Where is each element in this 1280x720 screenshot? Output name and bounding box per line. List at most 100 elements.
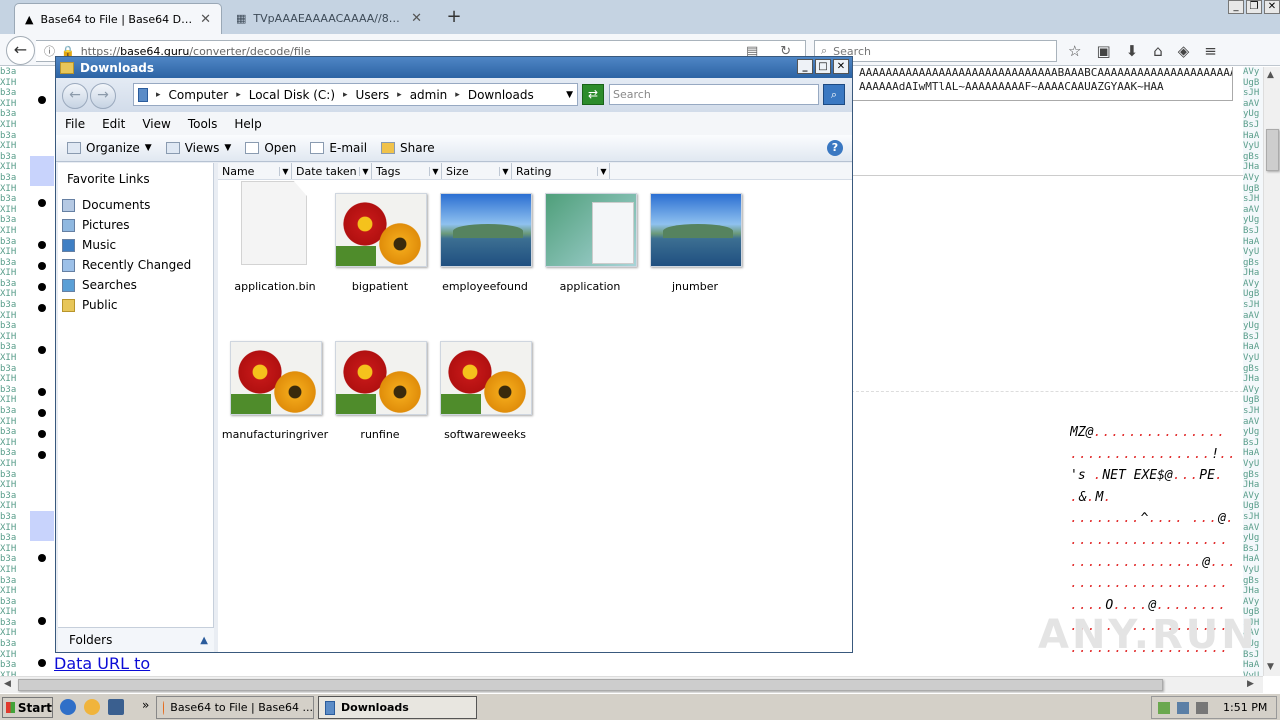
- chevron-down-icon[interactable]: ▼: [279, 166, 291, 176]
- tab-data-url[interactable]: ▦ TVpAAAEAAAACAAAA//8AAL... ✕: [226, 3, 432, 34]
- file-item[interactable]: runfine: [328, 329, 432, 449]
- fav-documents[interactable]: Documents: [58, 195, 213, 215]
- restore-icon[interactable]: ❐: [1246, 0, 1262, 14]
- list-bullet: [38, 346, 46, 354]
- vertical-scrollbar[interactable]: ▲ ▼: [1263, 67, 1280, 676]
- file-item[interactable]: bigpatient: [328, 181, 432, 301]
- share-button[interactable]: Share: [381, 141, 435, 155]
- scroll-up-icon[interactable]: ▲: [1267, 70, 1274, 80]
- chevron-down-icon[interactable]: ▼: [597, 166, 609, 176]
- chevron-down-icon[interactable]: ▼: [566, 90, 577, 100]
- breadcrumb-item[interactable]: Users: [356, 88, 390, 102]
- explorer-search-input[interactable]: Search: [609, 84, 819, 105]
- tab-base64-to-file[interactable]: ▲ Base64 to File | Base64 Deco... ✕: [14, 3, 222, 34]
- menu-edit[interactable]: Edit: [102, 117, 125, 131]
- forward-button[interactable]: →: [90, 83, 116, 109]
- taskbar-downloads[interactable]: Downloads: [318, 696, 477, 719]
- horizontal-scrollbar[interactable]: ◀ ▶: [0, 676, 1263, 693]
- close-tab-icon[interactable]: ✕: [200, 12, 211, 27]
- taskbar-firefox[interactable]: Base64 to File | Base64 ...: [156, 696, 314, 719]
- minimize-icon[interactable]: _: [797, 59, 813, 74]
- breadcrumb-item[interactable]: admin: [410, 88, 448, 102]
- chevron-down-icon[interactable]: ▼: [499, 166, 511, 176]
- fav-searches[interactable]: Searches: [58, 275, 213, 295]
- window-title: Downloads: [80, 60, 155, 75]
- ie-icon[interactable]: [60, 699, 76, 715]
- menu-tools[interactable]: Tools: [188, 117, 218, 131]
- minimize-icon[interactable]: _: [1228, 0, 1244, 14]
- scroll-right-icon[interactable]: ▶: [1247, 679, 1254, 689]
- downloads-icon[interactable]: ⬇: [1126, 42, 1139, 60]
- scroll-left-icon[interactable]: ◀: [4, 679, 11, 689]
- security-icon[interactable]: [1158, 701, 1170, 714]
- list-bullet: [38, 617, 46, 625]
- menu-icon[interactable]: ≡: [1204, 42, 1217, 60]
- hex-line: ..................: [1070, 576, 1229, 592]
- email-button[interactable]: E-mail: [310, 141, 367, 155]
- column-tags[interactable]: Tags ▼: [372, 163, 442, 179]
- column-date-taken[interactable]: Date taken ▼: [292, 163, 372, 179]
- file-item[interactable]: manufacturingriver: [222, 329, 328, 449]
- start-button[interactable]: Start: [2, 697, 53, 718]
- file-item[interactable]: jnumber: [643, 181, 747, 301]
- bookmark-star-icon[interactable]: ☆: [1068, 42, 1081, 60]
- scroll-down-icon[interactable]: ▼: [1267, 662, 1274, 672]
- hex-line: 's .NET EXE$@...PE.: [1070, 468, 1224, 484]
- back-button[interactable]: ←: [6, 36, 35, 65]
- file-item[interactable]: application: [538, 181, 642, 301]
- file-list: Name ▼ Date taken ▼ Tags ▼ Size ▼ Rating ▼ ap…: [218, 163, 852, 652]
- menu-file[interactable]: File: [65, 117, 85, 131]
- network-icon[interactable]: [1177, 701, 1189, 714]
- base64-textarea[interactable]: AAAAAAAAAAAAAAAAAAAAAAAAAAAAAABAAABCAAAA…: [851, 67, 1233, 101]
- info-icon[interactable]: ⓘ: [44, 43, 55, 59]
- chevron-right-icon[interactable]: »: [142, 698, 149, 712]
- breadcrumb-item[interactable]: Downloads: [468, 88, 534, 102]
- close-icon[interactable]: ✕: [1264, 0, 1280, 14]
- fav-public[interactable]: Public: [58, 295, 213, 315]
- fav-recently-changed[interactable]: Recently Changed: [58, 255, 213, 275]
- column-rating[interactable]: Rating ▼: [512, 163, 610, 179]
- menu-view[interactable]: View: [142, 117, 170, 131]
- scroll-thumb[interactable]: [18, 679, 1163, 691]
- volume-icon[interactable]: [1196, 701, 1208, 714]
- file-item[interactable]: employeefound: [433, 181, 537, 301]
- bookmarks-menu-icon[interactable]: ▣: [1096, 42, 1110, 60]
- scroll-thumb[interactable]: [1266, 129, 1279, 171]
- file-name: bigpatient: [351, 280, 409, 293]
- fav-music[interactable]: Music: [58, 235, 213, 255]
- media-icon[interactable]: [84, 699, 100, 715]
- maximize-icon[interactable]: □: [815, 59, 831, 74]
- explorer-title-bar[interactable]: Downloads _ □ ✕: [56, 57, 852, 78]
- menu-help[interactable]: Help: [234, 117, 261, 131]
- close-icon[interactable]: ✕: [833, 59, 849, 74]
- help-icon[interactable]: ?: [827, 140, 843, 156]
- column-size[interactable]: Size ▼: [442, 163, 512, 179]
- fav-pictures[interactable]: Pictures: [58, 215, 213, 235]
- back-button[interactable]: ←: [62, 83, 88, 109]
- organize-button[interactable]: Organize ▼: [67, 141, 152, 155]
- data-url-link[interactable]: Data URL to: [54, 654, 150, 673]
- column-name[interactable]: Name ▼: [218, 163, 292, 179]
- breadcrumb-item[interactable]: Computer: [169, 88, 229, 102]
- chevron-down-icon[interactable]: ▼: [429, 166, 441, 176]
- browser-window-controls: _ ❐ ✕: [1228, 0, 1280, 14]
- pocket-icon[interactable]: ◈: [1178, 42, 1190, 60]
- tab-title: Base64 to File | Base64 Deco...: [40, 12, 194, 26]
- breadcrumb-item[interactable]: Local Disk (C:): [249, 88, 335, 102]
- new-tab-button[interactable]: +: [444, 6, 464, 27]
- chevron-down-icon[interactable]: ▼: [359, 166, 371, 176]
- open-button[interactable]: Open: [245, 141, 296, 155]
- desktop-icon[interactable]: [108, 699, 124, 715]
- file-item[interactable]: application.bin: [223, 181, 327, 301]
- home-icon[interactable]: ⌂: [1153, 42, 1163, 60]
- search-icon[interactable]: ⌕: [823, 84, 845, 105]
- views-button[interactable]: Views ▼: [165, 141, 231, 155]
- email-icon: [310, 142, 325, 154]
- close-tab-icon[interactable]: ✕: [411, 11, 422, 26]
- list-bullet: [38, 199, 46, 207]
- folders-toggle[interactable]: Folders ▲: [58, 627, 214, 652]
- address-bar[interactable]: ▸ Computer ▸ Local Disk (C:) ▸ Users ▸ a…: [133, 83, 578, 106]
- file-item[interactable]: softwareweeks: [433, 329, 537, 449]
- divider: [851, 175, 1263, 176]
- refresh-button[interactable]: ⇄: [582, 84, 604, 105]
